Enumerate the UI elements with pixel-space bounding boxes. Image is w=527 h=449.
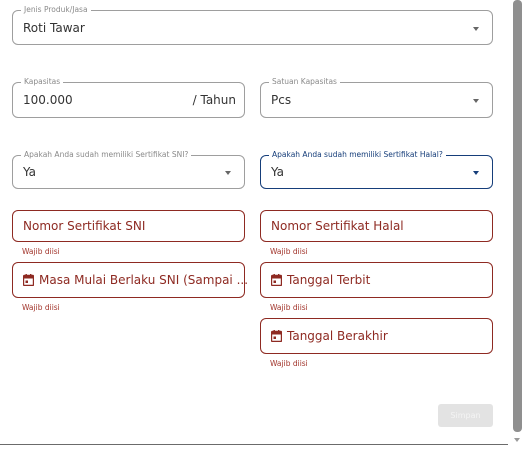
nomor-sertifikat-sni-placeholder: Nomor Sertifikat SNI bbox=[23, 219, 146, 233]
calendar-icon bbox=[23, 274, 34, 286]
sni-question-select[interactable]: Apakah Anda sudah memiliki Sertifikat SN… bbox=[12, 150, 245, 189]
jenis-produk-select[interactable]: Jenis Produk/Jasa Roti Tawar bbox=[12, 5, 493, 45]
kapasitas-legend: Kapasitas bbox=[21, 77, 64, 87]
nomor-sertifikat-halal-placeholder: Nomor Sertifikat Halal bbox=[271, 219, 404, 233]
halal-question-select[interactable]: Apakah Anda sudah memiliki Sertifikat Ha… bbox=[260, 150, 493, 189]
kapasitas-suffix: / Tahun bbox=[192, 93, 236, 107]
tanggal-berakhir-placeholder: Tanggal Berakhir bbox=[287, 329, 388, 343]
tanggal-terbit-helper: Wajib diisi bbox=[270, 303, 308, 312]
scrollbar-thumb[interactable] bbox=[513, 0, 522, 432]
divider bbox=[0, 444, 508, 445]
tanggal-terbit-date[interactable]: Tanggal Terbit bbox=[260, 262, 493, 298]
satuan-kapasitas-select[interactable]: Satuan Kapasitas Pcs bbox=[260, 77, 493, 118]
tanggal-berakhir-date[interactable]: Tanggal Berakhir bbox=[260, 318, 493, 354]
sni-question-value: Ya bbox=[23, 165, 37, 179]
chevron-down-icon bbox=[473, 26, 479, 31]
halal-question-value: Ya bbox=[271, 165, 285, 179]
tanggal-berakhir-helper: Wajib diisi bbox=[270, 359, 308, 368]
masa-berlaku-sni-date[interactable]: Masa Mulai Berlaku SNI (Sampai ... bbox=[12, 262, 249, 298]
kapasitas-value: 100.000 bbox=[23, 93, 73, 107]
chevron-down-icon bbox=[225, 171, 231, 175]
chevron-down-icon bbox=[473, 171, 479, 175]
chevron-down-icon bbox=[473, 99, 479, 103]
kapasitas-input[interactable]: Kapasitas 100.000 / Tahun bbox=[12, 77, 245, 118]
nomor-halal-helper: Wajib diisi bbox=[270, 247, 308, 256]
satuan-kapasitas-value: Pcs bbox=[271, 93, 292, 107]
masa-berlaku-sni-placeholder: Masa Mulai Berlaku SNI (Sampai ... bbox=[39, 273, 249, 287]
nomor-sertifikat-sni-input[interactable]: Nomor Sertifikat SNI bbox=[12, 210, 245, 242]
masa-sni-helper: Wajib diisi bbox=[22, 303, 60, 312]
halal-question-legend: Apakah Anda sudah memiliki Sertifikat Ha… bbox=[269, 150, 446, 160]
jenis-produk-legend: Jenis Produk/Jasa bbox=[21, 5, 91, 15]
sni-question-legend: Apakah Anda sudah memiliki Sertifikat SN… bbox=[21, 150, 192, 160]
scroll-down-icon[interactable] bbox=[514, 438, 520, 442]
tanggal-terbit-placeholder: Tanggal Terbit bbox=[287, 273, 371, 287]
satuan-kapasitas-legend: Satuan Kapasitas bbox=[269, 77, 340, 87]
jenis-produk-value: Roti Tawar bbox=[23, 20, 85, 35]
nomor-sni-helper: Wajib diisi bbox=[22, 247, 60, 256]
nomor-sertifikat-halal-input[interactable]: Nomor Sertifikat Halal bbox=[260, 210, 493, 242]
form-page: Jenis Produk/Jasa Roti Tawar Kapasitas 1… bbox=[0, 0, 508, 449]
calendar-icon bbox=[271, 330, 282, 342]
calendar-icon bbox=[271, 274, 282, 286]
submit-button[interactable]: Simpan bbox=[438, 404, 493, 427]
